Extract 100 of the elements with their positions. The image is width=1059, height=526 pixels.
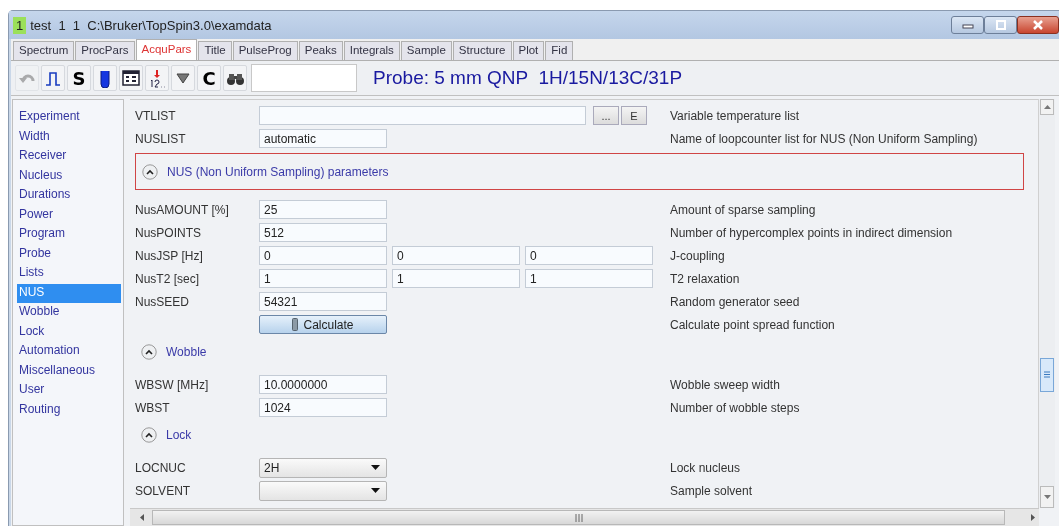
sidebar-item[interactable]: Durations (17, 186, 121, 206)
sidebar-item[interactable]: Automation (17, 342, 121, 362)
tab[interactable]: Fid (545, 41, 574, 60)
battery-icon (292, 318, 299, 331)
sidebar-item[interactable]: Nucleus (17, 166, 121, 186)
toolbar-button[interactable]: C (197, 65, 221, 91)
section-title[interactable]: Wobble (166, 344, 207, 359)
input-field[interactable]: 0 (392, 246, 520, 265)
maximize-button[interactable] (984, 16, 1017, 34)
input-field[interactable]: 54321 (259, 292, 387, 311)
input-field[interactable]: 0 (259, 246, 387, 265)
toolbar-button[interactable] (171, 65, 195, 91)
dropdown-arrow-icon (371, 488, 380, 493)
grip-icon (574, 513, 583, 522)
parameter-label: NUSLIST (135, 131, 187, 146)
parameter-label: NusT2 [sec] (135, 271, 201, 286)
dropdown-arrow-icon (371, 465, 380, 470)
minimize-icon (961, 21, 974, 29)
table-icon (122, 68, 140, 88)
scroll-up-icon[interactable] (1043, 105, 1051, 109)
parameter-description: T2 relaxation (670, 271, 740, 286)
parameter-label: WBST (135, 400, 171, 415)
sidebar-item[interactable]: Lock (17, 322, 121, 342)
parameter-description: Number of wobble steps (670, 400, 800, 415)
window-badge: 1 (13, 16, 27, 34)
section-title[interactable]: NUS (Non Uniform Sampling) parameters (167, 164, 389, 179)
parameter-description: Lock nucleus (670, 460, 741, 475)
sidebar-item[interactable]: Routing (17, 400, 121, 420)
parameter-description: Wobble sweep width (670, 377, 780, 392)
section-title[interactable]: Lock (166, 427, 192, 442)
sidebar-item[interactable]: User (17, 381, 121, 401)
collapse-icon[interactable] (141, 426, 157, 443)
toolbar-button[interactable] (223, 65, 247, 91)
parameter-description: Variable temperature list (670, 108, 800, 123)
tab[interactable]: ProcPars (75, 41, 135, 60)
scroll-right-icon[interactable] (1031, 514, 1035, 521)
sidebar-item[interactable]: Experiment (17, 108, 121, 128)
minimize-button[interactable] (951, 16, 984, 34)
sidebar-item[interactable]: Lists (17, 264, 121, 284)
sidebar-item[interactable]: Width (17, 127, 121, 147)
tab[interactable]: Peaks (298, 41, 343, 60)
input-field[interactable]: automatic (259, 129, 387, 148)
maximize-icon (995, 20, 1006, 30)
parameter-description: Sample solvent (670, 483, 753, 498)
parameter-description: Amount of sparse sampling (670, 202, 816, 217)
parameter-description: Random generator seed (670, 294, 800, 309)
parameter-description: Name of loopcounter list for NUS (Non Uniform Sampling) (670, 131, 978, 146)
grip-icon (1044, 371, 1050, 379)
command-field[interactable] (251, 64, 357, 92)
toolbar-button[interactable] (119, 65, 143, 91)
input-field[interactable]: 1 (392, 269, 520, 288)
tab[interactable]: Spectrum (13, 41, 75, 60)
calculate-button[interactable]: Calculate (259, 315, 387, 334)
tab[interactable]: Integrals (343, 41, 400, 60)
sidebar-item[interactable]: Program (17, 225, 121, 245)
input-field[interactable]: 1024 (259, 398, 387, 417)
input-field[interactable]: 25 (259, 200, 387, 219)
tab[interactable]: Title (198, 41, 232, 60)
probe-label: Probe: 5 mm QNP 1H/15N/13C/31P (373, 67, 683, 89)
tab[interactable]: Plot (512, 41, 545, 60)
tab[interactable]: Sample (400, 41, 452, 60)
small-button[interactable]: E (621, 106, 647, 125)
sidebar-item[interactable]: Wobble (17, 303, 121, 323)
scroll-down-icon[interactable] (1043, 495, 1051, 499)
toolbar-button[interactable] (93, 65, 117, 91)
input-field[interactable]: 1 (525, 269, 653, 288)
parameter-label: NusAMOUNT [%] (135, 202, 230, 217)
toolbar-button[interactable]: S (67, 65, 91, 91)
close-button[interactable] (1017, 16, 1059, 34)
collapse-icon[interactable] (141, 343, 157, 360)
parameter-description: Calculate point spread function (670, 317, 835, 332)
input-field[interactable]: 10.0000000 (259, 375, 387, 394)
tab[interactable]: AcquPars (135, 39, 198, 60)
parameter-label: LOCNUC (135, 460, 187, 475)
window-title: test 1 1 C:\Bruker\TopSpin3.0\examdata (30, 17, 273, 33)
sort-icon (148, 68, 166, 88)
parameter-label: SOLVENT (135, 483, 192, 498)
small-button[interactable]: ... (593, 106, 619, 125)
sidebar-item[interactable]: Probe (17, 244, 121, 264)
vertical-scrollbar[interactable] (1038, 99, 1055, 508)
input-field[interactable]: 512 (259, 223, 387, 242)
horizontal-scrollbar[interactable] (130, 508, 1039, 526)
parameter-label: NusSEED (135, 294, 191, 309)
dropdown[interactable]: 2H (259, 457, 387, 478)
parameter-label: VTLIST (135, 108, 177, 123)
sidebar-item[interactable]: Miscellaneous (17, 361, 121, 381)
parameter-description: Number of hypercomplex points in indirect dimension (670, 225, 953, 240)
input-field[interactable]: 0 (525, 246, 653, 265)
sidebar-item[interactable]: Receiver (17, 147, 121, 167)
scrollbar-thumb[interactable] (152, 510, 1005, 525)
scrollbar-thumb[interactable] (1040, 357, 1054, 392)
close-icon (1032, 20, 1044, 30)
input-field[interactable] (259, 106, 586, 125)
tab[interactable]: Structure (452, 41, 512, 60)
tab[interactable]: PulseProg (232, 41, 298, 60)
scroll-left-icon[interactable] (140, 514, 144, 521)
collapse-icon[interactable] (142, 163, 158, 180)
parameter-label: WBSW [MHz] (135, 377, 210, 392)
sidebar-item[interactable]: Power (17, 205, 121, 225)
input-field[interactable]: 1 (259, 269, 387, 288)
